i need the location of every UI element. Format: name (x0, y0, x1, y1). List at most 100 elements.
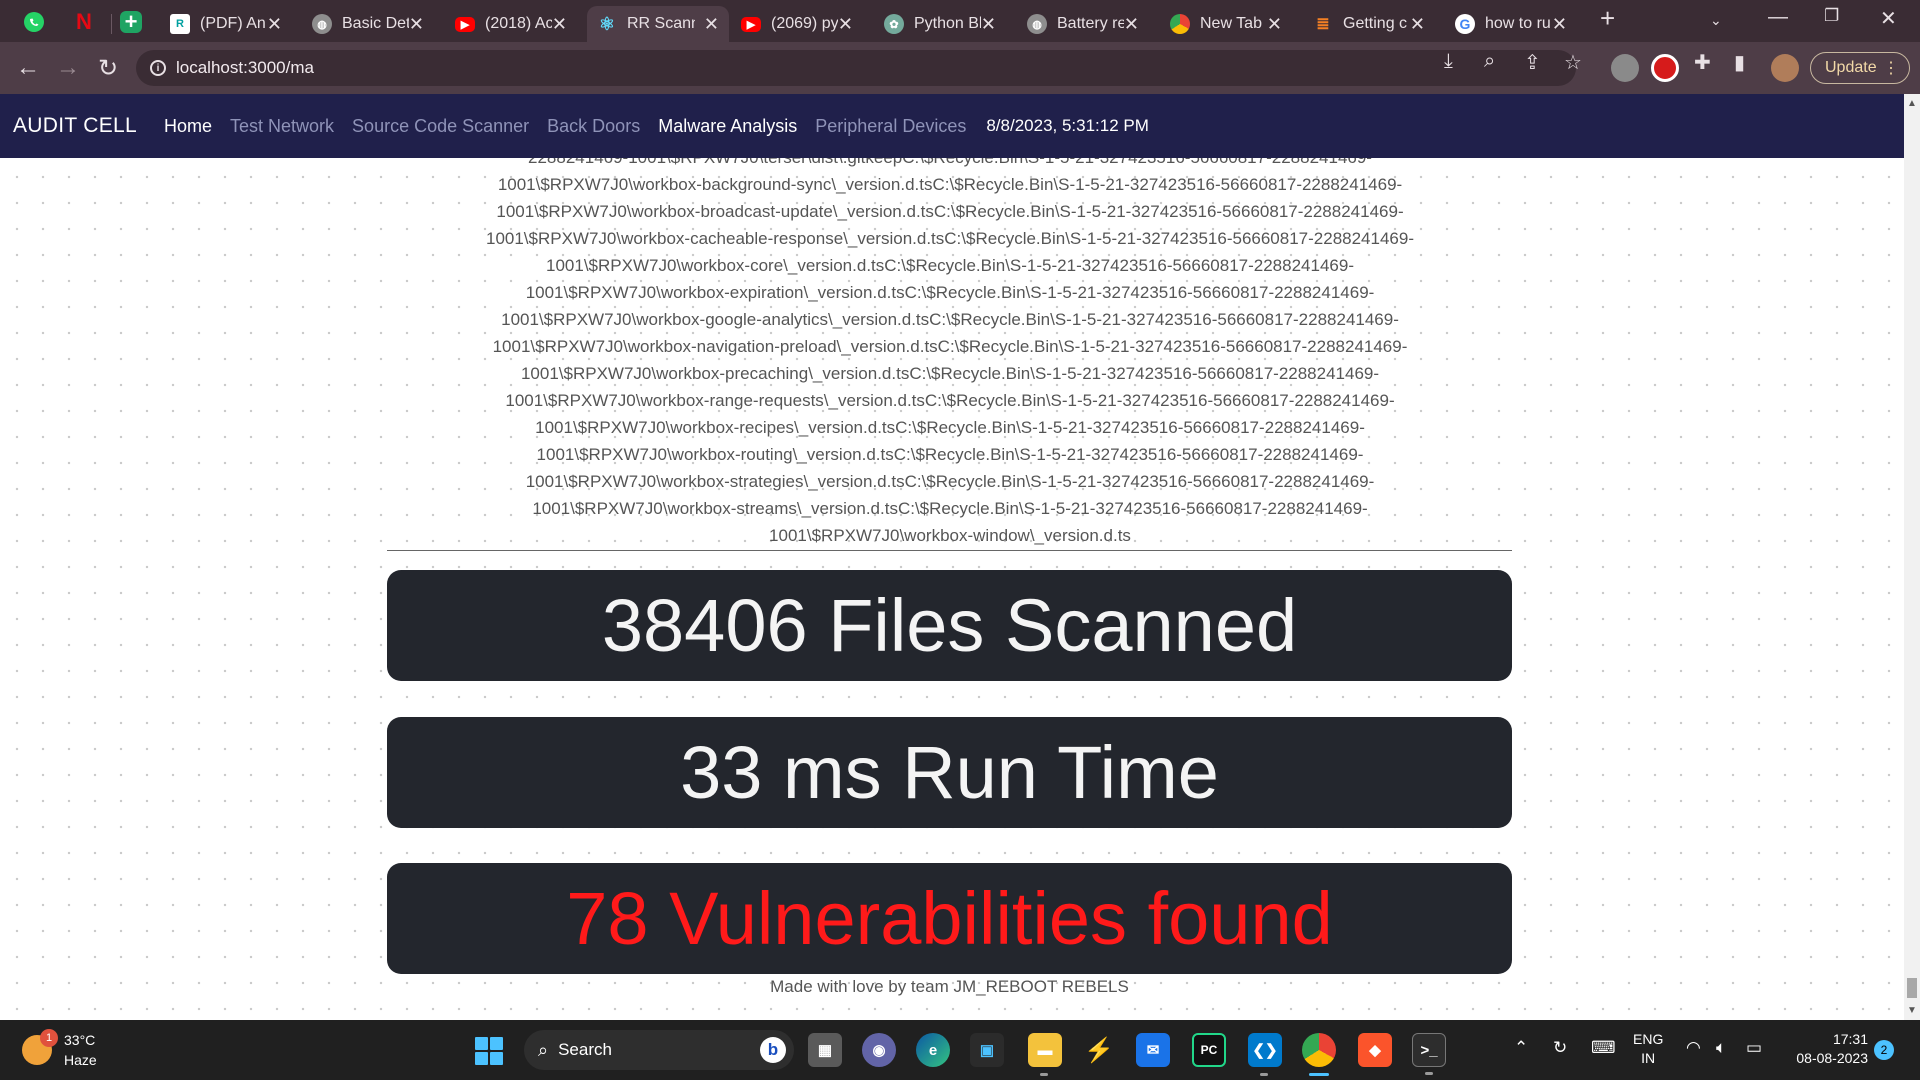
region-code: IN (1641, 1050, 1656, 1066)
app-brand[interactable]: AUDIT CELL (13, 114, 137, 138)
nav-datetime: 8/8/2023, 5:31:12 PM (986, 116, 1149, 135)
system-clock[interactable]: 17:31 08-08-2023 (1784, 1030, 1868, 1068)
close-window-button[interactable]: ✕ (1880, 6, 1897, 31)
weather-widget[interactable]: 1 33°C Haze (22, 1029, 97, 1070)
close-icon[interactable]: ✕ (838, 14, 853, 35)
terminal-icon[interactable]: >_ (1412, 1033, 1446, 1075)
restore-button[interactable]: ❐ (1824, 6, 1839, 26)
nav-home[interactable]: Home (164, 116, 212, 137)
tab-search-chevron-icon[interactable]: ⌄ (1710, 12, 1722, 29)
chrome-icon[interactable] (1302, 1033, 1336, 1076)
ublock-extension-icon[interactable] (1651, 54, 1679, 82)
profile-avatar[interactable] (1771, 54, 1799, 82)
site-info-icon[interactable]: i (150, 60, 166, 76)
footer-credit: Made with love by team JM_REBOOT REBELS (770, 977, 1129, 996)
nav-back-doors[interactable]: Back Doors (547, 116, 640, 137)
close-icon[interactable]: ✕ (267, 14, 282, 35)
show-hidden-icons-chevron[interactable]: ⌃ (1514, 1038, 1528, 1058)
files-scanned-card: 38406 Files Scanned (387, 570, 1512, 681)
start-button[interactable] (475, 1037, 503, 1065)
vscode-icon[interactable]: ❮❯ (1248, 1033, 1282, 1076)
close-icon[interactable]: ✕ (1552, 14, 1567, 35)
path-line: 1001\$RPXW7J0\workbox-cacheable-response… (485, 229, 1414, 248)
browser-tab[interactable]: R (PDF) An ✕ (160, 6, 292, 42)
close-icon[interactable]: ✕ (1124, 14, 1139, 35)
browser-tab[interactable]: ▶ (2069) py ✕ (731, 6, 863, 42)
taskbar-search[interactable]: ⌕ Search b (524, 1030, 794, 1070)
volume-icon[interactable]: 🔈︎ (1716, 1038, 1726, 1058)
battery-icon[interactable]: ▭ (1746, 1038, 1762, 1058)
page-scrollbar[interactable]: ▲ ▼ (1904, 94, 1920, 1020)
netflix-icon[interactable]: N (70, 8, 98, 36)
back-button[interactable]: ← (12, 52, 44, 84)
scroll-up-arrow-icon[interactable]: ▲ (1907, 98, 1917, 109)
tab-title: New Tab (1200, 15, 1262, 32)
power-automate-icon[interactable]: ⚡ (1082, 1033, 1116, 1067)
bookmark-star-icon[interactable]: ☆ (1564, 50, 1582, 75)
path-line: 1001\$RPXW7J0\workbox-broadcast-update\_… (496, 202, 1404, 221)
sync-icon[interactable]: ↻ (1553, 1038, 1567, 1058)
nav-peripheral-devices[interactable]: Peripheral Devices (815, 116, 966, 137)
language-indicator[interactable]: ENG IN (1633, 1030, 1663, 1068)
close-icon[interactable]: ✕ (1267, 14, 1282, 35)
update-button[interactable]: Update ⋮ (1810, 52, 1910, 84)
new-tab-button[interactable]: + (1600, 3, 1615, 34)
share-icon[interactable]: ⇪ (1524, 50, 1541, 75)
tab-title: (2069) py (771, 15, 838, 32)
whatsapp-icon[interactable] (20, 8, 48, 36)
react-icon: ⚛ (598, 13, 616, 34)
wifi-icon[interactable]: ◠ (1686, 1038, 1701, 1058)
notification-badge[interactable]: 2 (1874, 1040, 1894, 1060)
browser-tab[interactable]: ◍ Battery re ✕ (1017, 6, 1149, 42)
store-icon[interactable]: ▣ (970, 1033, 1004, 1067)
close-icon[interactable]: ✕ (704, 14, 719, 35)
browser-tab[interactable]: G how to ru ✕ (1445, 6, 1577, 42)
forward-button[interactable]: → (52, 52, 84, 84)
browser-tab[interactable]: ≣ Getting c ✕ (1303, 6, 1435, 42)
mail-icon[interactable]: ✉ (1136, 1033, 1170, 1067)
scrollbar-thumb[interactable] (1907, 978, 1917, 998)
file-explorer-icon[interactable]: ▬ (1028, 1033, 1062, 1076)
browser-tab[interactable]: New Tab ✕ (1160, 6, 1292, 42)
tab-title: Getting c (1343, 15, 1408, 32)
google-sheets-add-icon[interactable]: + (120, 9, 142, 34)
close-icon[interactable]: ✕ (409, 14, 424, 35)
close-icon[interactable]: ✕ (981, 14, 996, 35)
browser-tab[interactable]: ◍ Basic Det ✕ (302, 6, 434, 42)
weather-haze-icon: 1 (22, 1029, 58, 1065)
keyboard-icon[interactable]: ⌨ (1591, 1038, 1616, 1058)
brave-icon[interactable]: ◆ (1358, 1033, 1392, 1067)
scroll-down-arrow-icon[interactable]: ▼ (1907, 1005, 1917, 1016)
windows-logo-icon (475, 1052, 488, 1065)
incognito-extension-icon[interactable] (1611, 54, 1639, 82)
pycharm-icon[interactable]: PC (1192, 1033, 1226, 1067)
scanned-paths-list: 2288241469-1001\$RPXW7J0\terser\dist\.gi… (380, 158, 1520, 549)
run-time-text: 33 ms Run Time (680, 731, 1219, 814)
path-line: 1001\$RPXW7J0\workbox-google-analytics\_… (501, 310, 1399, 329)
path-line: 1001\$RPXW7J0\workbox-strategies\_versio… (525, 472, 1375, 491)
browser-tab-active[interactable]: ⚛ RR Scann ✕ (587, 6, 729, 42)
side-panel-icon[interactable]: ▮ (1734, 50, 1745, 75)
more-menu-icon[interactable]: ⋮ (1883, 58, 1899, 78)
edge-icon[interactable]: e (916, 1033, 950, 1067)
address-bar[interactable]: i localhost:3000/ma (136, 50, 1576, 86)
browser-tab[interactable]: ✿ Python Bl ✕ (874, 6, 1006, 42)
nav-source-code-scanner[interactable]: Source Code Scanner (352, 116, 529, 137)
reload-button[interactable]: ↻ (92, 52, 124, 84)
zoom-icon[interactable]: ⌕ (1484, 50, 1495, 73)
install-app-icon[interactable]: ⤓ (1444, 50, 1453, 73)
teams-icon[interactable]: ◉ (862, 1033, 896, 1067)
minimize-button[interactable]: — (1768, 6, 1788, 29)
path-line: 1001\$RPXW7J0\workbox-streams\_version.d… (532, 499, 1368, 518)
close-icon[interactable]: ✕ (1410, 14, 1425, 35)
close-icon[interactable]: ✕ (552, 14, 567, 35)
file-view-icon[interactable]: ▦ (808, 1033, 842, 1067)
extensions-puzzle-icon[interactable]: ✚ (1694, 50, 1711, 75)
nav-malware-analysis[interactable]: Malware Analysis (658, 116, 797, 137)
bing-icon[interactable]: b (760, 1037, 786, 1063)
weather-condition: Haze (64, 1052, 97, 1068)
nav-test-network[interactable]: Test Network (230, 116, 334, 137)
browser-tab[interactable]: ▶ (2018) Ac ✕ (445, 6, 577, 42)
url-text[interactable]: localhost:3000/ma (176, 58, 314, 78)
chrome-icon (1170, 14, 1190, 34)
